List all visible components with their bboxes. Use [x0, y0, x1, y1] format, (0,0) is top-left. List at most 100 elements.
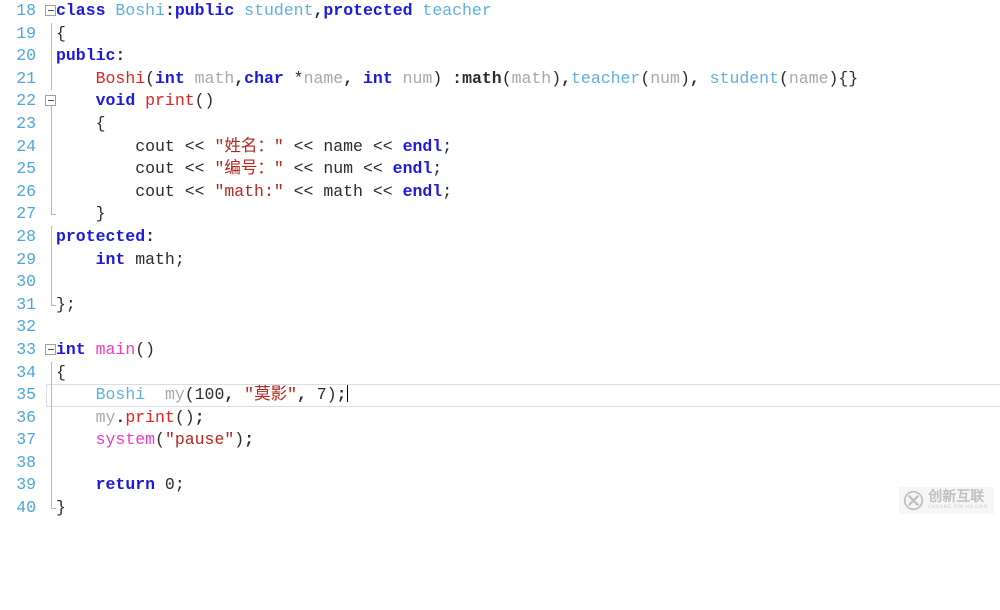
token-keyword: void — [95, 91, 136, 111]
circle-x-logo-icon — [904, 490, 924, 511]
code-editor-viewport[interactable]: 18 class Boshi:public student,protected … — [0, 0, 1000, 520]
token-string: "pause" — [164, 430, 235, 450]
code-line[interactable]: 22 void print() — [0, 90, 1000, 113]
line-number: 37 — [16, 430, 36, 450]
token-type: student — [244, 1, 314, 20]
line-number: 36 — [16, 407, 36, 427]
token-identifier: num — [650, 68, 680, 88]
fold-column[interactable] — [44, 271, 58, 294]
line-number: 27 — [16, 204, 36, 224]
code-text: Boshi my(100, "莫影", 7); — [95, 385, 348, 405]
token-keyword: protected — [56, 226, 146, 246]
line-number: 28 — [16, 226, 36, 246]
code-line[interactable]: 39 return 0; — [0, 474, 1000, 498]
token-type: Boshi — [95, 385, 146, 405]
code-line[interactable]: 37 system("pause"); — [0, 429, 1000, 452]
watermark-text: 创新互联 CHUANG XIN HU LIAN — [928, 490, 988, 511]
fold-collapse-icon[interactable] — [45, 95, 56, 107]
fold-guide-line — [50, 248, 52, 272]
token-keyword: protected — [323, 1, 413, 20]
line-number: 34 — [16, 362, 36, 382]
fold-guide-line — [50, 67, 52, 91]
code-line[interactable]: 28 protected: — [0, 225, 1000, 249]
token-keyword: int — [363, 68, 393, 88]
code-line[interactable]: 23 { — [0, 112, 1000, 136]
fold-guide-line — [50, 429, 52, 452]
fold-guide-line — [50, 384, 52, 407]
token-identifier: my — [164, 385, 185, 405]
fold-column[interactable] — [44, 451, 58, 475]
code-text: system("pause"); — [95, 430, 255, 450]
code-line[interactable]: 19 { — [0, 22, 1000, 46]
watermark-subtitle: CHUANG XIN HU LIAN — [928, 505, 988, 511]
code-line[interactable]: 36 my.print(); — [0, 406, 1000, 430]
line-number: 39 — [16, 475, 36, 495]
fold-guide-line — [50, 451, 52, 475]
fold-collapse-icon[interactable] — [45, 343, 56, 355]
token-string: "math:" — [214, 181, 284, 201]
token-type: teacher — [422, 1, 492, 20]
code-text: { — [56, 113, 106, 133]
code-text: { — [56, 362, 66, 382]
code-line[interactable]: 18 class Boshi:public student,protected … — [0, 0, 1000, 23]
text-caret — [346, 385, 348, 403]
token-keyword: return — [95, 475, 156, 495]
fold-column[interactable] — [44, 316, 58, 339]
code-line[interactable]: 20 public: — [0, 45, 1000, 68]
token-keyword: char — [244, 68, 284, 88]
fold-guide-end — [50, 497, 56, 510]
token-keyword: class — [56, 1, 106, 20]
token-keyword: public — [56, 46, 116, 66]
watermark-title: 创新互联 — [928, 489, 985, 506]
line-number: 32 — [16, 317, 36, 337]
token-type: student — [709, 68, 779, 88]
fold-guide-line — [50, 158, 52, 181]
code-line[interactable]: 33 int main() — [0, 339, 1000, 362]
fold-guide-line — [50, 225, 52, 249]
line-number: 24 — [16, 136, 36, 156]
line-number: 19 — [16, 23, 36, 43]
line-number: 26 — [16, 181, 36, 201]
line-number: 33 — [16, 339, 36, 359]
line-number: 30 — [16, 272, 36, 292]
token-identifier: num — [402, 68, 433, 88]
code-line[interactable]: 31 }; — [0, 293, 1000, 317]
line-number: 29 — [16, 249, 36, 269]
token-identifier: math — [194, 68, 235, 88]
code-line[interactable]: 32 — [0, 316, 1000, 339]
code-line[interactable]: 26 cout << "math:" << math << endl; — [0, 180, 1000, 204]
code-line[interactable]: 21 Boshi(int math,char *name, int num) :… — [0, 67, 1000, 91]
fold-guide-line — [50, 406, 52, 430]
code-line[interactable]: 27 } — [0, 203, 1000, 226]
code-text: void print() — [95, 91, 215, 111]
token-identifier: math — [511, 68, 552, 88]
code-text: my.print(); — [95, 407, 205, 427]
code-text: }; — [56, 294, 76, 314]
code-line[interactable]: 24 cout << "姓名：" << name << endl; — [0, 135, 1000, 159]
fold-guide-end — [50, 203, 56, 216]
line-number: 25 — [16, 159, 36, 179]
code-line[interactable]: 29 int math; — [0, 248, 1000, 272]
fold-guide-line — [50, 45, 52, 68]
line-number: 21 — [16, 68, 36, 88]
fold-collapse-icon[interactable] — [45, 5, 56, 16]
fold-guide-line — [50, 22, 52, 46]
code-line[interactable]: 30 — [0, 271, 1000, 294]
fold-guide-line — [50, 112, 52, 136]
code-line-current[interactable]: 35 Boshi my(100, "莫影", 7); — [0, 384, 1000, 407]
code-line[interactable]: 40 } — [0, 497, 1000, 520]
token-string: "莫影" — [244, 385, 297, 405]
line-number: 35 — [16, 385, 36, 405]
token-keyword: public — [174, 1, 235, 20]
code-line[interactable]: 34 { — [0, 361, 1000, 385]
line-number: 20 — [16, 46, 36, 66]
token-function: Boshi — [95, 68, 146, 88]
token-keyword: int — [155, 68, 185, 88]
token-function: print — [125, 407, 175, 427]
token-keyword: endl — [402, 136, 443, 156]
code-line[interactable]: 38 — [0, 451, 1000, 475]
code-text: public: — [56, 46, 126, 66]
token-function: print — [145, 91, 195, 111]
code-text: cout << "编号：" << num << endl; — [56, 159, 443, 179]
code-line[interactable]: 25 cout << "编号：" << num << endl; — [0, 158, 1000, 181]
